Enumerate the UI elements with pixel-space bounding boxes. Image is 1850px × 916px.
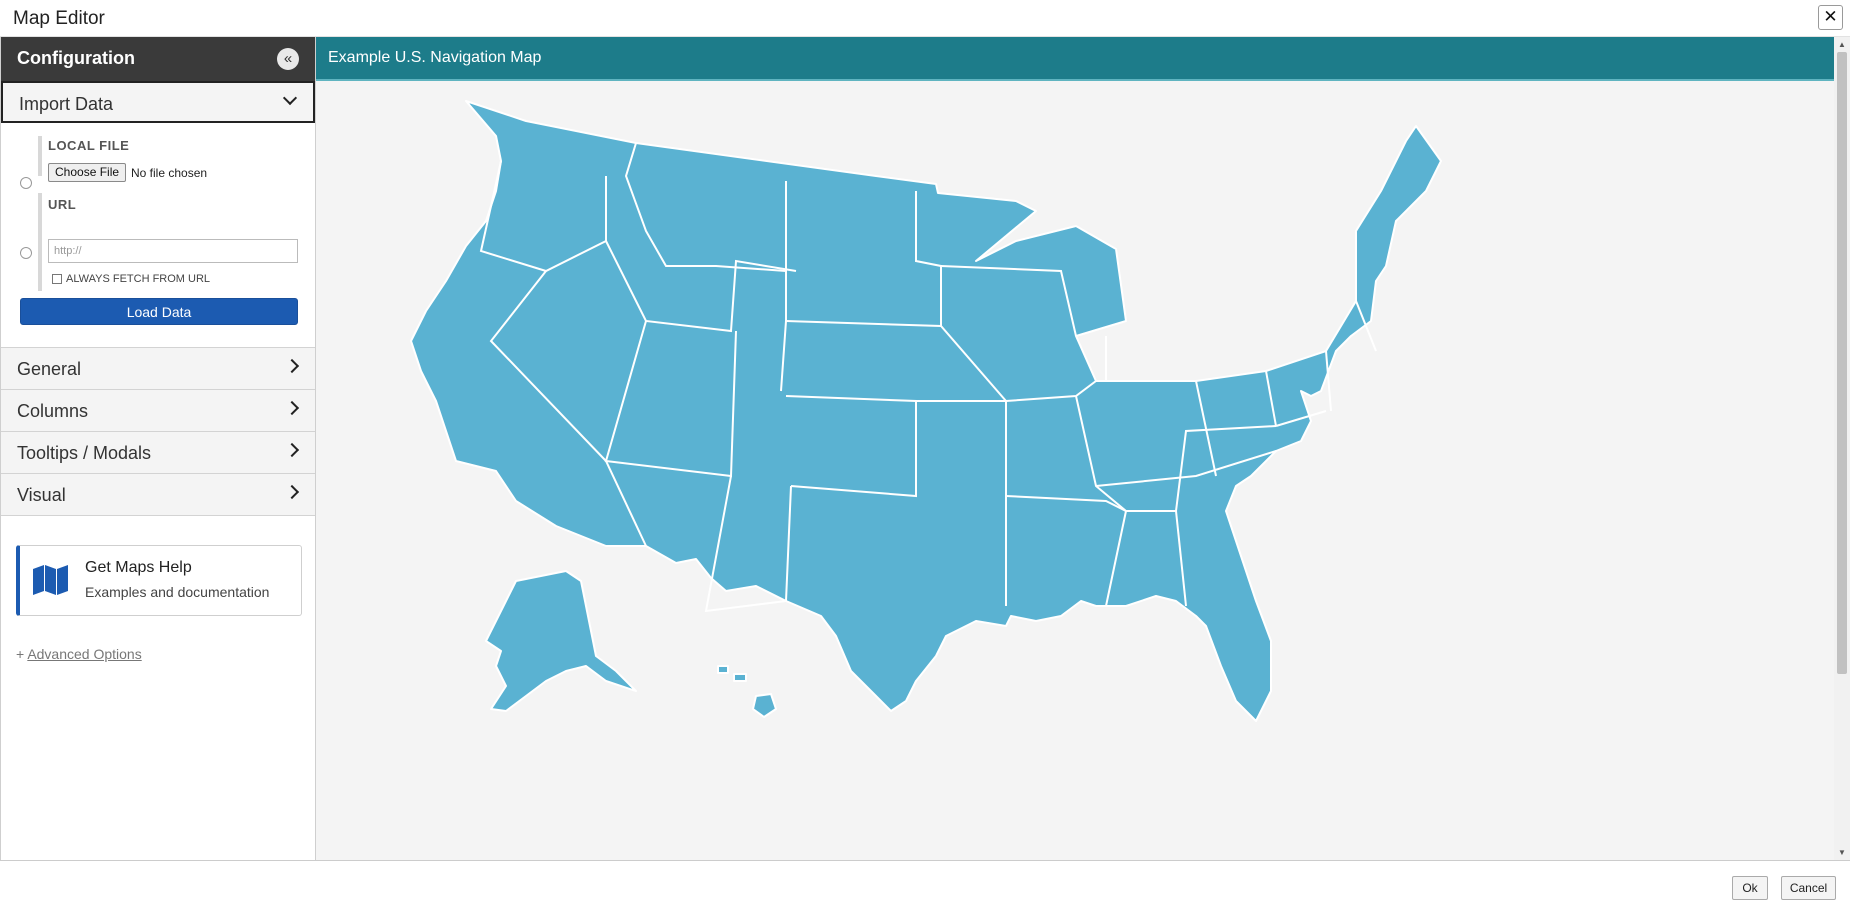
accordion-general[interactable]: General: [1, 348, 315, 390]
accordion-import-data[interactable]: Import Data: [1, 81, 315, 123]
configuration-sidebar: Configuration « Import Data LOCAL FILE C…: [0, 37, 316, 860]
advanced-options-link[interactable]: + Advanced Options: [16, 646, 142, 662]
vertical-scrollbar[interactable]: ▲ ▼: [1834, 37, 1850, 860]
url-radio[interactable]: [20, 247, 32, 259]
plus-icon: +: [16, 646, 25, 662]
chevron-right-icon: [284, 442, 300, 458]
sidebar-header: Configuration «: [1, 37, 315, 81]
scrollbar-thumb[interactable]: [1837, 52, 1847, 674]
import-data-panel: LOCAL FILE Choose File No file chosen UR…: [1, 123, 315, 348]
local-file-radio[interactable]: [20, 177, 32, 189]
title-bar: Map Editor ✕: [0, 0, 1850, 37]
scroll-up-icon[interactable]: ▲: [1838, 40, 1846, 49]
scroll-down-icon[interactable]: ▼: [1838, 848, 1846, 857]
map-icon: [33, 565, 68, 595]
map-state-hawaii-islands[interactable]: [717, 665, 747, 682]
choose-file-button[interactable]: Choose File: [48, 163, 127, 182]
get-maps-help-card[interactable]: Get Maps Help Examples and documentation: [16, 545, 302, 616]
window-title: Map Editor: [13, 8, 105, 29]
ok-button[interactable]: Ok: [1732, 876, 1768, 900]
accordion-label: General: [17, 359, 82, 379]
divider: [38, 136, 42, 176]
always-fetch-label: ALWAYS FETCH FROM URL: [66, 273, 211, 285]
accordion-label: Columns: [17, 401, 89, 421]
accordion-columns[interactable]: Columns: [1, 390, 315, 432]
local-file-label: LOCAL FILE: [48, 138, 130, 153]
chevron-right-icon: [284, 484, 300, 500]
collapse-sidebar-icon[interactable]: «: [277, 48, 299, 70]
advanced-options-label: Advanced Options: [27, 646, 142, 662]
map-preview: Example U.S. Navigation Map: [316, 37, 1834, 860]
accordion-visual[interactable]: Visual: [1, 474, 315, 516]
help-subtitle: Examples and documentation: [85, 584, 270, 600]
url-input[interactable]: http://: [48, 239, 298, 263]
map-header: Example U.S. Navigation Map: [316, 37, 1834, 81]
chevron-right-icon: [284, 358, 300, 374]
chevron-right-icon: [284, 400, 300, 416]
close-icon[interactable]: ✕: [1818, 5, 1843, 30]
map-state-alaska[interactable]: [485, 570, 637, 712]
dialog-footer: Ok Cancel: [0, 860, 1850, 916]
us-map: [410, 100, 1442, 722]
sidebar-title: Configuration: [17, 48, 135, 68]
cancel-button[interactable]: Cancel: [1781, 876, 1836, 900]
accordion-label: Tooltips / Modals: [17, 443, 152, 463]
map-state-hawaii[interactable]: [752, 693, 777, 718]
url-label: URL: [48, 197, 77, 212]
file-status: No file chosen: [131, 166, 208, 180]
accordion-label: Visual: [17, 485, 66, 505]
accordion-tooltips-modals[interactable]: Tooltips / Modals: [1, 432, 315, 474]
map-title: Example U.S. Navigation Map: [328, 49, 542, 66]
chevron-down-icon: [282, 90, 298, 106]
divider: [38, 193, 42, 291]
always-fetch-checkbox[interactable]: [52, 274, 62, 284]
accordion-label: Import Data: [19, 94, 114, 114]
load-data-button[interactable]: Load Data: [20, 298, 298, 325]
help-title: Get Maps Help: [85, 559, 192, 576]
